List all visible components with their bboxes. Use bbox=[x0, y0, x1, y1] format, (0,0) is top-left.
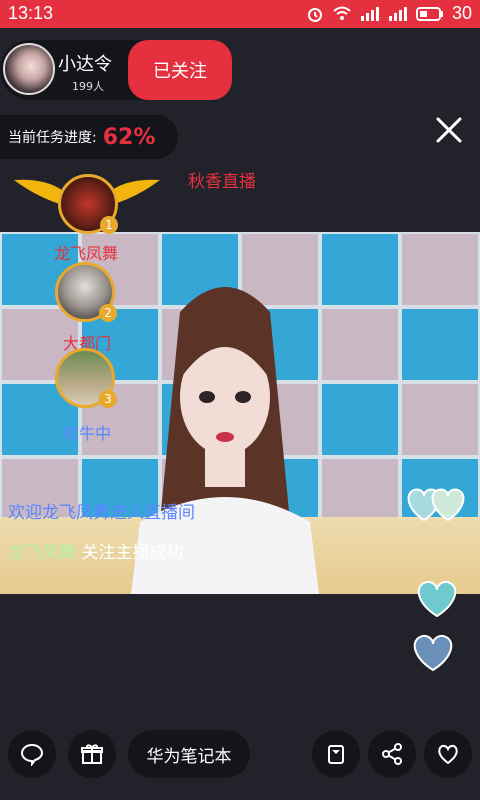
chat-icon bbox=[20, 743, 44, 766]
rank-name: 龙飞凤舞 bbox=[54, 244, 119, 263]
task-progress-label: 当前任务进度: bbox=[8, 130, 97, 146]
battery-icon bbox=[415, 6, 443, 21]
bag-icon bbox=[328, 745, 344, 764]
rank-item-1[interactable]: 1 龙飞凤舞 bbox=[14, 172, 160, 263]
rank-badge: 1 bbox=[100, 216, 118, 234]
follow-button[interactable]: 已关注 bbox=[128, 40, 232, 100]
chat-message: 龙飞凤舞 关注主播成功 bbox=[8, 538, 183, 563]
gift-button[interactable] bbox=[68, 730, 116, 778]
battery-level: 30 bbox=[451, 3, 472, 23]
status-time: 13:13 bbox=[8, 3, 54, 23]
chat-username[interactable]: 龙飞凤舞 bbox=[8, 543, 76, 563]
viewer-count: 199人 bbox=[72, 80, 104, 93]
signal-icon bbox=[360, 6, 379, 21]
signal-icon bbox=[388, 6, 407, 21]
like-heart-icon bbox=[438, 744, 458, 765]
share-button[interactable] bbox=[368, 730, 416, 778]
rank-item-3[interactable]: 3 吹牛中 bbox=[55, 348, 117, 443]
anchor-avatar[interactable] bbox=[3, 43, 55, 95]
status-bar: 13:13 30 bbox=[0, 0, 480, 28]
floating-heart-icon bbox=[413, 634, 453, 672]
floating-heart-icon bbox=[417, 580, 457, 618]
rank-item-2[interactable]: 2 大都门 bbox=[55, 262, 117, 353]
task-progress-value: 62% bbox=[102, 124, 156, 150]
room-title: 秋香直播 bbox=[188, 172, 256, 192]
rank-name: 吹牛中 bbox=[63, 424, 112, 443]
chat-text: 关注主播成功 bbox=[81, 543, 184, 563]
close-icon[interactable] bbox=[434, 115, 464, 145]
gift-item-button[interactable]: 华为笔记本 bbox=[128, 730, 250, 778]
chat-button[interactable] bbox=[8, 730, 56, 778]
task-progress: 当前任务进度: 62% bbox=[0, 115, 178, 159]
gift-icon bbox=[81, 744, 103, 764]
like-button[interactable] bbox=[424, 730, 472, 778]
chat-message-welcome: 欢迎龙飞凤舞进入直播间 bbox=[8, 503, 195, 523]
anchor-name: 小达令 bbox=[58, 54, 112, 75]
rank-badge: 3 bbox=[99, 390, 117, 408]
bag-button[interactable] bbox=[312, 730, 360, 778]
rank-badge: 2 bbox=[99, 304, 117, 322]
wifi-icon bbox=[333, 6, 351, 20]
alarm-icon bbox=[307, 7, 322, 22]
share-icon bbox=[382, 743, 402, 765]
status-icons: 30 bbox=[306, 3, 472, 24]
floating-hearts-icon bbox=[407, 488, 465, 522]
